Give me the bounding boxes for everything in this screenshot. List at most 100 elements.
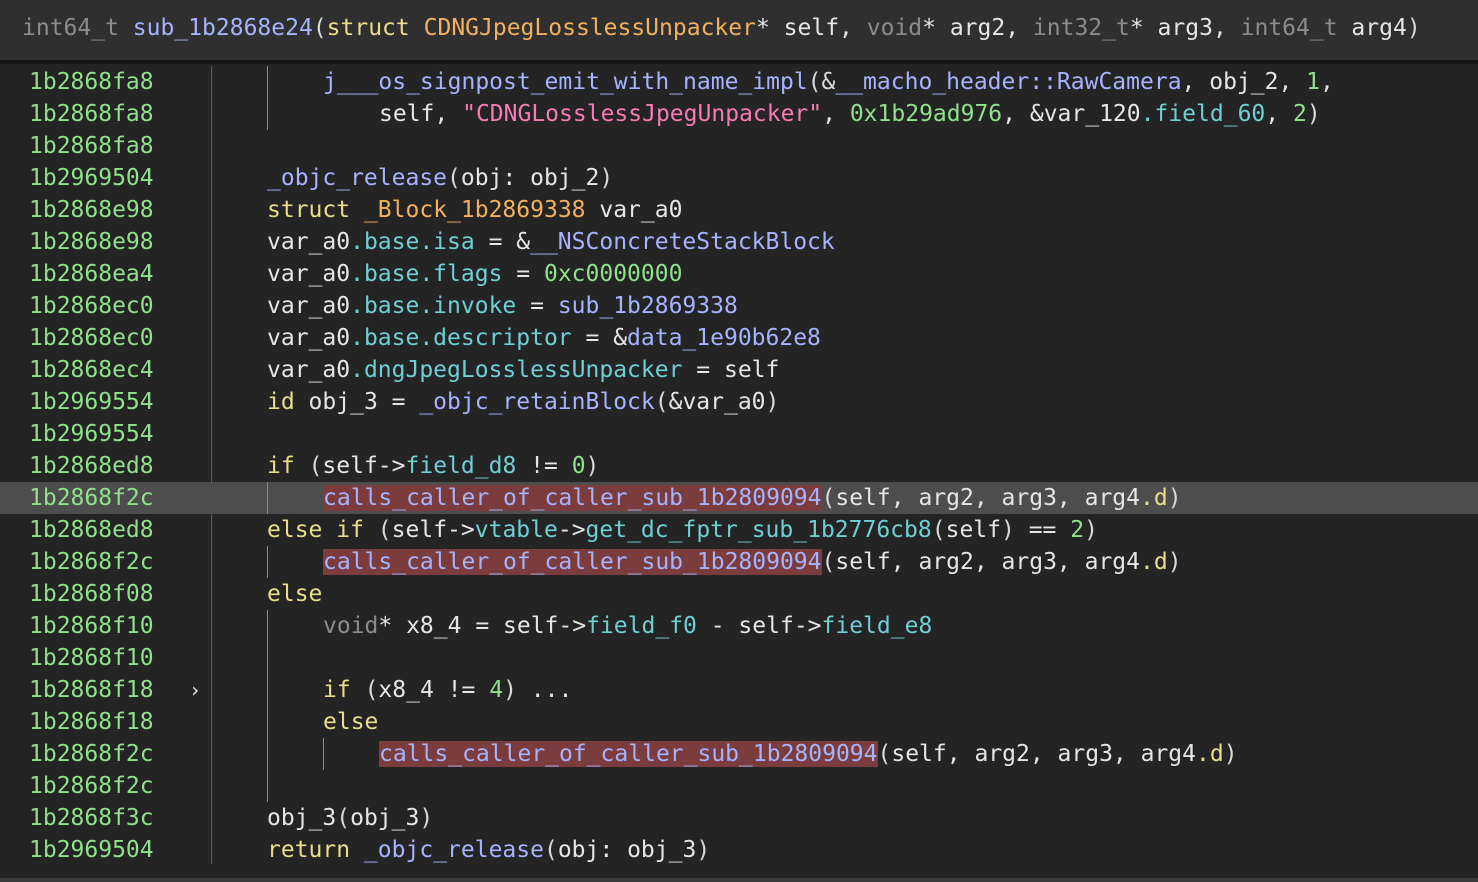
param-1-type[interactable]: CDNGJpegLosslessUnpacker [424, 15, 756, 41]
code-line[interactable]: 1b2868f18 else [0, 706, 1478, 738]
line-address[interactable]: 1b2868f18 [29, 706, 154, 738]
code-line[interactable]: 1b2868ec0 var_a0.base.descriptor = &data_… [0, 322, 1478, 354]
line-address[interactable]: 1b2868f18 [29, 674, 154, 706]
line-code[interactable]: var_a0.dngJpegLosslessUnpacker = self [267, 354, 779, 386]
line-code[interactable]: self, "CDNGLosslessJpegUnpacker", 0x1b29… [379, 98, 1321, 130]
highlighted-call[interactable]: calls_caller_of_caller_sub_1b2809094 [323, 549, 822, 575]
code-line[interactable]: 1b2868fa8 self, "CDNGLosslessJpegUnpacker… [0, 98, 1478, 130]
param-4-name[interactable]: arg4 [1338, 15, 1406, 41]
code-token[interactable]: .base.isa [350, 229, 475, 255]
code-line[interactable]: 1b2868f2c [0, 770, 1478, 802]
code-line[interactable]: 1b2868f3c obj_3(obj_3) [0, 802, 1478, 834]
line-address[interactable]: 1b2868ec0 [29, 322, 154, 354]
line-code[interactable]: return _objc_release(obj: obj_3) [267, 834, 710, 866]
code-token[interactable]: get_dc_fptr_sub_1b2776cb8 [586, 517, 932, 543]
code-token[interactable]: __macho_header::RawCamera [835, 69, 1181, 95]
code-line[interactable]: 1b2969554 id obj_3 = _objc_retainBlock(&v… [0, 386, 1478, 418]
line-code[interactable]: else [267, 578, 322, 610]
line-code[interactable]: calls_caller_of_caller_sub_1b2809094(sel… [379, 738, 1238, 770]
code-token[interactable]: __NSConcreteStackBlock [530, 229, 835, 255]
code-line[interactable]: 1b2868f08 else [0, 578, 1478, 610]
code-token[interactable]: .base.flags [350, 261, 502, 287]
param-1-name[interactable]: * self, [756, 15, 867, 41]
line-address[interactable]: 1b2969554 [29, 386, 154, 418]
code-token[interactable]: sub_1b2869338 [558, 293, 738, 319]
code-line[interactable]: 1b2868f10 void* x8_4 = self->field_f0 - s… [0, 610, 1478, 642]
line-code[interactable]: calls_caller_of_caller_sub_1b2809094(sel… [323, 482, 1182, 514]
code-token[interactable]: .field_60 [1141, 101, 1266, 127]
function-name[interactable]: sub_1b2868e24 [133, 15, 313, 41]
code-token[interactable]: .dngJpegLosslessUnpacker [350, 357, 682, 383]
line-address[interactable]: 1b2868ec0 [29, 290, 154, 322]
line-address[interactable]: 1b2868ea4 [29, 258, 154, 290]
line-address[interactable]: 1b2868f10 [29, 642, 154, 674]
line-code[interactable]: void* x8_4 = self->field_f0 - self->fiel… [323, 610, 932, 642]
code-token[interactable]: _objc_release [364, 837, 544, 863]
line-address[interactable]: 1b2868fa8 [29, 130, 154, 162]
code-line[interactable]: 1b2868ed8 else if (self->vtable->get_dc_f… [0, 514, 1478, 546]
line-address[interactable]: 1b2868f2c [29, 546, 154, 578]
code-token[interactable]: .base.invoke [350, 293, 516, 319]
code-line[interactable]: 1b2868ed8 if (self->field_d8 != 0) [0, 450, 1478, 482]
chevron-right-icon[interactable]: › [189, 674, 201, 706]
line-address[interactable]: 1b2969504 [29, 834, 154, 866]
line-code[interactable]: id obj_3 = _objc_retainBlock(&var_a0) [267, 386, 779, 418]
code-line[interactable]: 1b2868f2c calls_caller_of_caller_sub_1b28… [0, 546, 1478, 578]
pseudocode-view[interactable]: 1b2868fa8 j___os_signpost_emit_with_name_… [0, 66, 1478, 882]
code-token[interactable]: .base.descriptor [350, 325, 572, 351]
code-line[interactable]: 1b2868e98 struct _Block_1b2869338 var_a0 [0, 194, 1478, 226]
line-address[interactable]: 1b2969504 [29, 162, 154, 194]
code-line[interactable]: 1b2868f2c calls_caller_of_caller_sub_1b28… [0, 738, 1478, 770]
line-code[interactable]: else if (self->vtable->get_dc_fptr_sub_1… [267, 514, 1098, 546]
line-code[interactable]: struct _Block_1b2869338 var_a0 [267, 194, 682, 226]
line-address[interactable]: 1b2868e98 [29, 194, 154, 226]
line-code[interactable]: var_a0.base.descriptor = &data_1e90b62e8 [267, 322, 821, 354]
line-address[interactable]: 1b2868ed8 [29, 514, 154, 546]
line-address[interactable]: 1b2969554 [29, 418, 154, 450]
line-code[interactable]: calls_caller_of_caller_sub_1b2809094(sel… [323, 546, 1182, 578]
line-code[interactable]: obj_3(obj_3) [267, 802, 433, 834]
line-code[interactable]: var_a0.base.isa = &__NSConcreteStackBloc… [267, 226, 835, 258]
line-code[interactable]: if (self->field_d8 != 0) [267, 450, 599, 482]
code-line[interactable]: 1b2868ec0 var_a0.base.invoke = sub_1b2869… [0, 290, 1478, 322]
code-line[interactable]: 1b2868ea4 var_a0.base.flags = 0xc0000000 [0, 258, 1478, 290]
code-line[interactable]: 1b2868f10 [0, 642, 1478, 674]
line-address[interactable]: 1b2868fa8 [29, 66, 154, 98]
code-token[interactable]: field_f0 [586, 613, 697, 639]
line-address[interactable]: 1b2868f3c [29, 802, 154, 834]
line-address[interactable]: 1b2868ed8 [29, 450, 154, 482]
code-token[interactable]: vtable [475, 517, 558, 543]
code-token[interactable]: _objc_release [267, 165, 447, 191]
code-line[interactable]: 1b2969554 [0, 418, 1478, 450]
param-2-name[interactable]: * arg2, [922, 15, 1033, 41]
code-token[interactable]: field_e8 [822, 613, 933, 639]
code-token[interactable]: data_1e90b62e8 [627, 325, 821, 351]
line-address[interactable]: 1b2868f2c [29, 738, 154, 770]
param-3-name[interactable]: * arg3, [1130, 15, 1241, 41]
code-line[interactable]: 1b2868f18 › if (x8_4 != 4) ... [0, 674, 1478, 706]
code-line[interactable]: 1b2868fa8 [0, 130, 1478, 162]
code-token[interactable]: field_d8 [406, 453, 517, 479]
code-token[interactable]: j___os_signpost_emit_with_name_impl [323, 69, 808, 95]
line-code[interactable]: j___os_signpost_emit_with_name_impl(&__m… [323, 66, 1334, 98]
line-address[interactable]: 1b2868f2c [29, 482, 154, 514]
line-address[interactable]: 1b2868f08 [29, 578, 154, 610]
line-address[interactable]: 1b2868fa8 [29, 98, 154, 130]
code-line[interactable]: 1b2868fa8 j___os_signpost_emit_with_name_… [0, 66, 1478, 98]
code-line[interactable]: 1b2969504 return _objc_release(obj: obj_3… [0, 834, 1478, 866]
highlighted-call[interactable]: calls_caller_of_caller_sub_1b2809094 [379, 741, 878, 767]
line-address[interactable]: 1b2868f10 [29, 610, 154, 642]
code-line[interactable]: 1b2969504 _objc_release(obj: obj_2) [0, 162, 1478, 194]
line-code[interactable]: else [323, 706, 378, 738]
line-code[interactable]: _objc_release(obj: obj_2) [267, 162, 613, 194]
code-line[interactable]: 1b2868e98 var_a0.base.isa = &__NSConcrete… [0, 226, 1478, 258]
line-code[interactable]: var_a0.base.flags = 0xc0000000 [267, 258, 682, 290]
code-line[interactable]: 1b2868ec4 var_a0.dngJpegLosslessUnpacker … [0, 354, 1478, 386]
code-line[interactable]: 1b2868f2c calls_caller_of_caller_sub_1b28… [0, 482, 1478, 514]
line-code[interactable]: if (x8_4 != 4) ... [323, 674, 572, 706]
line-address[interactable]: 1b2868e98 [29, 226, 154, 258]
line-address[interactable]: 1b2868f2c [29, 770, 154, 802]
line-code[interactable]: var_a0.base.invoke = sub_1b2869338 [267, 290, 738, 322]
code-token[interactable]: _objc_retainBlock [419, 389, 654, 415]
line-address[interactable]: 1b2868ec4 [29, 354, 154, 386]
